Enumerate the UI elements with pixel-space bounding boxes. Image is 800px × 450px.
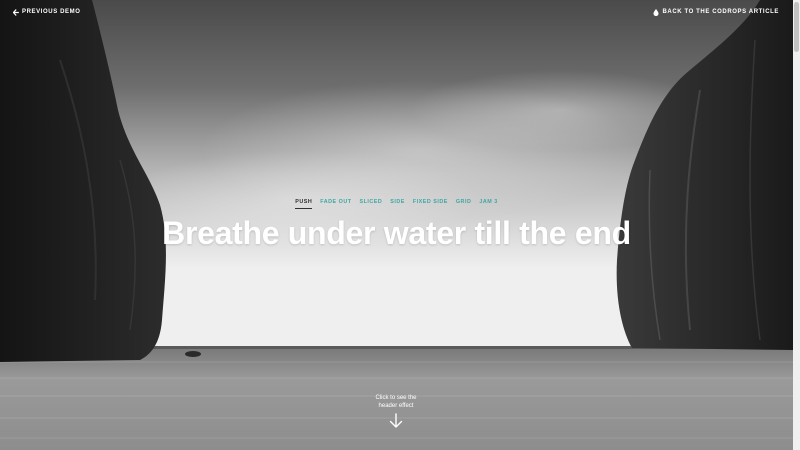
back-to-article-link[interactable]: BACK TO THE CODROPS ARTICLE xyxy=(653,8,779,17)
effect-link-jam-3[interactable]: JAM 3 xyxy=(479,198,497,209)
effect-link-push[interactable]: PUSH xyxy=(295,198,313,209)
arrow-left-icon xyxy=(13,9,19,16)
scrollbar-thumb[interactable] xyxy=(794,2,799,52)
previous-demo-label: PREVIOUS DEMO xyxy=(22,9,81,15)
previous-demo-link[interactable]: PREVIOUS DEMO xyxy=(13,8,80,17)
scrollbar[interactable] xyxy=(793,0,800,450)
effect-link-sliced[interactable]: SLICED xyxy=(360,198,383,209)
trigger-label-line-2: header effect xyxy=(378,403,414,409)
effect-nav: PUSH FADE OUT SLICED SIDE FIXED SIDE GRI… xyxy=(0,198,793,209)
effect-link-fixed-side[interactable]: FIXED SIDE xyxy=(413,198,448,209)
page: PREVIOUS DEMO BACK TO THE CODROPS ARTICL… xyxy=(0,0,800,450)
header-effect-trigger[interactable]: Click to see the header effect xyxy=(346,394,446,429)
effect-link-side[interactable]: SIDE xyxy=(390,198,405,209)
effect-link-grid[interactable]: GRID xyxy=(456,198,471,209)
effect-link-fade-out[interactable]: FADE OUT xyxy=(320,198,351,209)
drop-icon xyxy=(653,9,659,16)
trigger-label-line-1: Click to see the xyxy=(375,395,417,401)
back-to-article-label: BACK TO THE CODROPS ARTICLE xyxy=(662,9,779,15)
page-title: Breathe under water till the end xyxy=(162,215,631,251)
arrow-down-icon[interactable] xyxy=(388,413,404,429)
